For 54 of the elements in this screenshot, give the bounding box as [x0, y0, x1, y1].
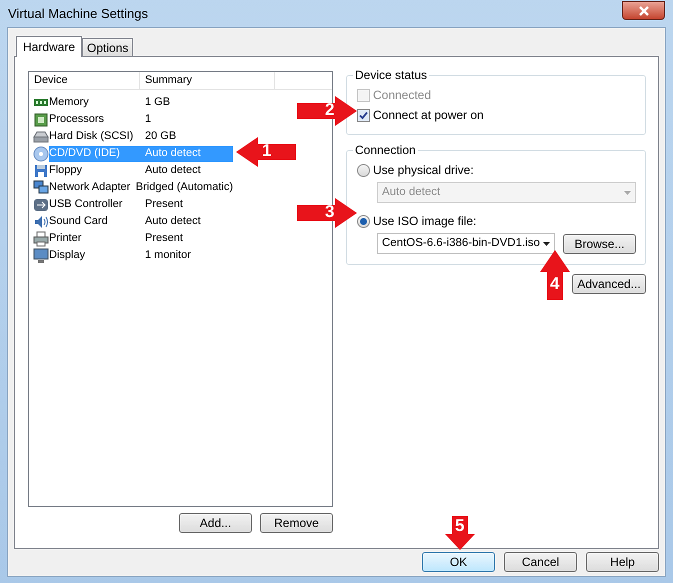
list-row[interactable]: Processors 1: [49, 112, 233, 128]
printer-icon: [33, 230, 49, 246]
checkbox[interactable]: [356, 108, 370, 122]
caret-icon: [624, 190, 631, 194]
arrow-icon: [236, 137, 296, 167]
checkbox-label: Connected: [372, 87, 432, 104]
close-button[interactable]: [622, 1, 665, 20]
list-row[interactable]: Hard Disk (SCSI) 20 GB: [49, 128, 233, 144]
radio-button[interactable]: [356, 164, 370, 176]
monitor-icon: [33, 248, 49, 264]
arrow-icon: [540, 250, 570, 300]
radio-label: Use ISO image file:: [372, 213, 476, 230]
browse-button[interactable]: Browse...: [562, 234, 636, 254]
caret-icon: [542, 242, 550, 246]
list-row[interactable]: Display 1 monitor: [49, 248, 233, 264]
step-number: 4: [550, 274, 560, 294]
chip-icon: [33, 112, 49, 128]
hard-disk-icon: [33, 128, 49, 144]
tab[interactable]: Options: [82, 38, 134, 56]
list-row[interactable]: Memory 1 GB: [49, 94, 233, 110]
floppy-icon: [33, 162, 49, 178]
usb-icon: [33, 196, 49, 212]
list-row[interactable]: USB Controller Present: [49, 196, 233, 212]
radio-label: Use physical drive:: [372, 162, 474, 179]
step-number: 2: [325, 100, 334, 120]
dialog-button[interactable]: Help: [586, 552, 659, 572]
column-header[interactable]: Summary: [140, 72, 275, 89]
dialog-button[interactable]: Cancel: [504, 552, 577, 572]
arrow-icon: [297, 96, 357, 126]
radio-button[interactable]: [356, 214, 370, 228]
list-row[interactable]: Floppy Auto detect: [49, 162, 233, 178]
step-number: 3: [325, 202, 334, 222]
disc-icon: [33, 146, 49, 162]
step-number: 1: [262, 141, 272, 161]
dialog-button[interactable]: OK: [422, 552, 495, 572]
group-title: Device status: [352, 68, 430, 82]
tab[interactable]: Hardware: [16, 36, 82, 57]
monitors-icon: [33, 180, 49, 196]
step-number: 5: [455, 516, 464, 536]
window-title: Virtual Machine Settings: [8, 4, 148, 23]
list-row[interactable]: Sound Card Auto detect: [49, 214, 233, 230]
checkbox-label: Connect at power on: [372, 107, 484, 124]
speaker-icon: [33, 214, 49, 230]
group-title: Connection: [352, 143, 418, 157]
list-button[interactable]: Remove: [260, 513, 333, 533]
list-button[interactable]: Add...: [178, 513, 252, 533]
close-icon: [638, 6, 650, 16]
list-row[interactable]: Network Adapter Bridged (Automatic): [49, 180, 233, 196]
arrow-icon: [445, 516, 475, 550]
advanced-button[interactable]: Advanced...: [572, 274, 646, 294]
list-row[interactable]: Printer Present: [49, 230, 233, 246]
dropdown[interactable]: CentOS-6.6-i386-bin-DVD1.iso: [376, 233, 555, 254]
column-header[interactable]: Device: [29, 72, 140, 89]
arrow-icon: [297, 198, 357, 228]
